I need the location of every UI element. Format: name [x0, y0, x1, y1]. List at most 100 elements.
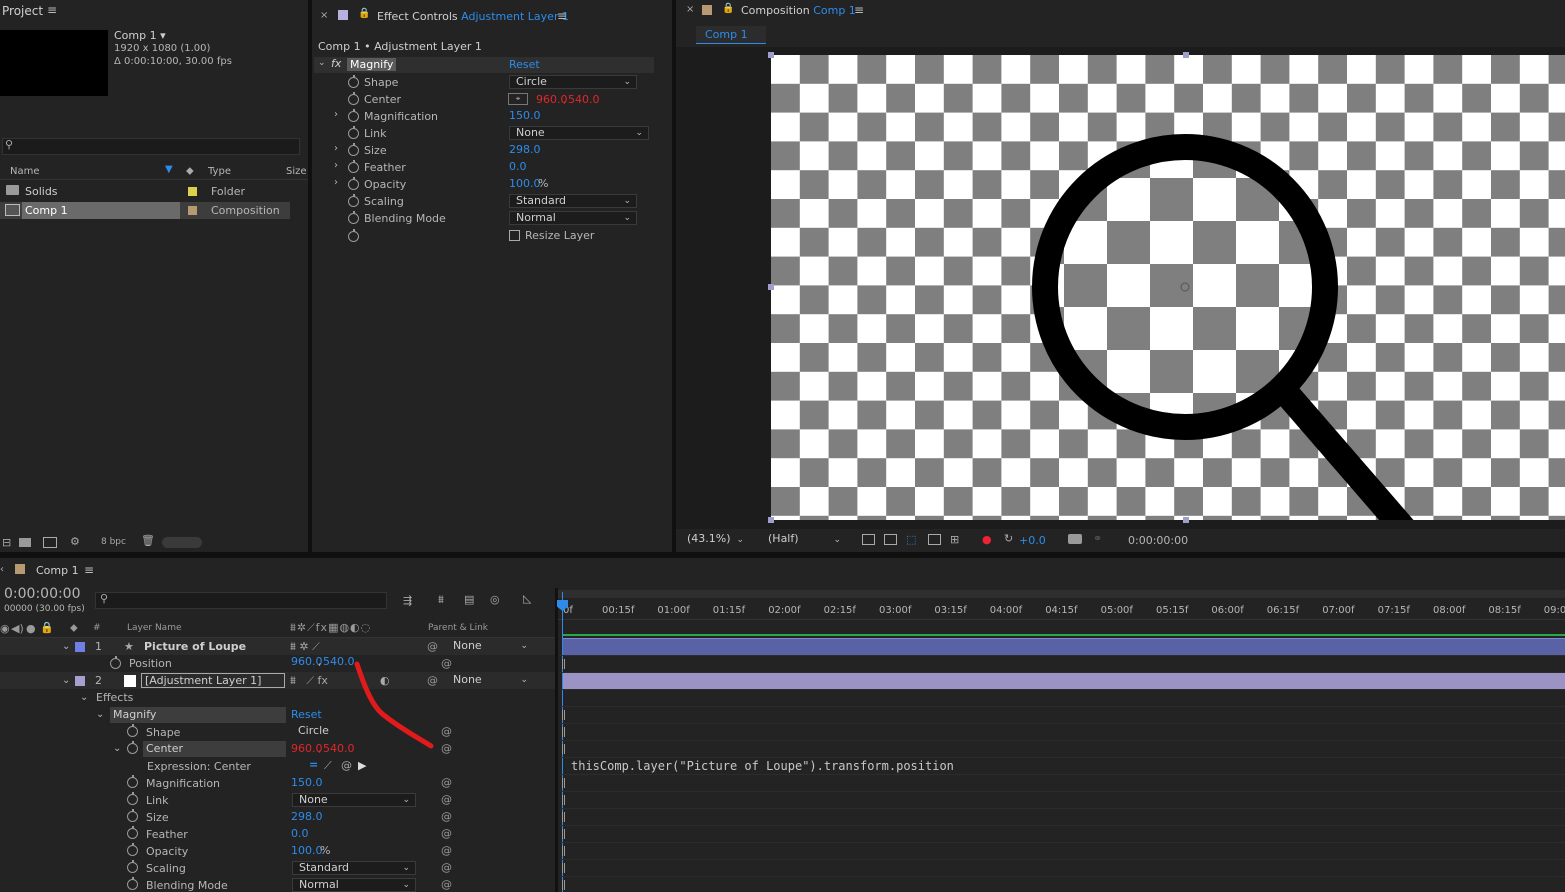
- stopwatch-icon[interactable]: [127, 843, 138, 856]
- layer-name[interactable]: Picture of Loupe: [144, 638, 246, 655]
- layer-row-2[interactable]: ⌄ 2 [Adjustment Layer 1] ⩩ ⟋ fx ◐ @ None…: [0, 672, 555, 689]
- magnification-value[interactable]: 150.0: [509, 109, 541, 122]
- hide-shy-icon[interactable]: ▤: [464, 593, 474, 606]
- magnification-value[interactable]: 150.0: [291, 774, 323, 791]
- comp-flowchart-icon[interactable]: ⇶: [403, 594, 412, 607]
- effects-label[interactable]: Effects: [96, 689, 133, 706]
- twirl-icon[interactable]: ›: [334, 143, 338, 154]
- lock-icon[interactable]: 🔒: [722, 3, 734, 14]
- stopwatch-icon[interactable]: [127, 860, 138, 873]
- twirl-icon[interactable]: ›: [334, 177, 338, 188]
- pickwhip-icon[interactable]: @: [441, 842, 452, 859]
- stopwatch-icon[interactable]: [127, 826, 138, 839]
- reset-button[interactable]: Reset: [291, 706, 322, 723]
- stopwatch-icon[interactable]: [348, 92, 359, 105]
- comp-viewer[interactable]: [676, 47, 1565, 529]
- stopwatch-icon[interactable]: [348, 75, 359, 88]
- property-marker[interactable]: [562, 795, 565, 805]
- reset-exposure-icon[interactable]: ↻: [1004, 532, 1013, 545]
- column-type[interactable]: Type: [208, 166, 231, 177]
- twirl-icon[interactable]: ⌄: [62, 638, 70, 655]
- blending-mode-dropdown[interactable]: Normal ⌄: [292, 878, 416, 892]
- property-marker[interactable]: [562, 710, 565, 720]
- stopwatch-icon[interactable]: [348, 177, 359, 190]
- transparency-grid-icon[interactable]: [884, 534, 897, 545]
- composition-title[interactable]: Composition Comp 1: [741, 4, 856, 17]
- blending-mode-dropdown[interactable]: Normal ⌄: [509, 211, 637, 225]
- project-item-solids[interactable]: Solids Folder: [0, 183, 290, 200]
- layer-bar-1[interactable]: [562, 638, 1565, 655]
- grid-guides-icon[interactable]: ⊞: [950, 533, 959, 546]
- twirl-icon[interactable]: ›: [334, 109, 338, 120]
- lock-icon[interactable]: 🔒: [40, 621, 54, 634]
- reset-button[interactable]: Reset: [509, 58, 540, 71]
- zoom-dropdown[interactable]: (43.1%) ⌄: [681, 532, 749, 548]
- opacity-value[interactable]: 100.0: [291, 842, 323, 859]
- interpret-footage-icon[interactable]: ⊟: [2, 536, 11, 549]
- new-folder-icon[interactable]: [19, 538, 31, 547]
- solo-icon[interactable]: ●: [26, 622, 36, 635]
- shape-dropdown[interactable]: Circle ⌄: [509, 75, 637, 89]
- trash-icon[interactable]: 🗑: [141, 534, 155, 547]
- prop-label[interactable]: Center: [143, 741, 286, 757]
- twirl-icon[interactable]: ⌄: [62, 672, 70, 689]
- opacity-value[interactable]: 100.0: [509, 177, 541, 190]
- panel-title[interactable]: Effect Controls Adjustment Layer 1: [377, 10, 569, 23]
- pickwhip-icon[interactable]: @: [441, 825, 452, 842]
- pickwhip-icon[interactable]: @: [441, 876, 452, 892]
- property-marker[interactable]: [562, 829, 565, 839]
- stopwatch-icon[interactable]: [127, 775, 138, 788]
- stopwatch-icon[interactable]: [127, 809, 138, 822]
- twirl-icon[interactable]: ›: [334, 160, 338, 171]
- exposure-value[interactable]: +0.0: [1019, 534, 1046, 547]
- new-comp-icon[interactable]: [43, 537, 57, 548]
- current-time[interactable]: 0:00:00:00: [4, 586, 81, 602]
- property-marker[interactable]: [562, 778, 565, 788]
- property-marker[interactable]: [562, 863, 565, 873]
- layer-row-1[interactable]: ⌄ 1 ★ Picture of Loupe ⩩ ✲ ⟋ @ None ⌄: [0, 638, 555, 655]
- column-size[interactable]: Size: [286, 166, 307, 177]
- graph-editor-icon[interactable]: ◺: [523, 592, 531, 605]
- thumbnail-slider[interactable]: [162, 537, 202, 548]
- motion-blur-icon[interactable]: ◎: [490, 593, 500, 606]
- close-icon[interactable]: ×: [320, 10, 328, 21]
- scaling-dropdown[interactable]: Standard ⌄: [509, 194, 637, 208]
- audio-icon[interactable]: ◀): [11, 622, 24, 635]
- menu-icon[interactable]: ≡: [557, 9, 567, 23]
- layer-label-swatch[interactable]: [75, 642, 85, 652]
- pickwhip-icon[interactable]: @: [341, 757, 352, 774]
- link-dropdown[interactable]: None ⌄: [509, 126, 649, 140]
- resolution-dropdown[interactable]: (Half) ⌄: [762, 532, 846, 548]
- column-layer-name[interactable]: Layer Name: [127, 623, 182, 633]
- property-marker[interactable]: [562, 744, 565, 754]
- camera-icon[interactable]: [1068, 534, 1082, 544]
- lock-icon[interactable]: 🔒: [358, 8, 370, 19]
- expression-enable-icon[interactable]: =: [309, 756, 318, 773]
- property-marker[interactable]: [562, 727, 565, 737]
- link-dropdown[interactable]: None ⌄: [292, 793, 416, 807]
- twirl-icon[interactable]: ⌄: [96, 706, 104, 723]
- close-icon[interactable]: ×: [686, 4, 694, 15]
- lock-icon[interactable]: [338, 10, 348, 20]
- effect-name[interactable]: Magnify: [110, 707, 286, 723]
- scaling-dropdown[interactable]: Standard ⌄: [292, 861, 416, 875]
- stopwatch-icon[interactable]: [348, 229, 359, 242]
- project-search-input[interactable]: ⚲: [2, 138, 300, 155]
- tab-comp1[interactable]: Comp 1: [696, 26, 766, 44]
- layer-label-swatch[interactable]: [75, 676, 85, 686]
- layer-bar-2[interactable]: [562, 672, 1565, 689]
- point-target-icon[interactable]: ⌖: [508, 93, 528, 105]
- stopwatch-icon[interactable]: [348, 126, 359, 139]
- layer-switches[interactable]: ⩩ ⟋ fx: [290, 672, 328, 689]
- expression-text-field[interactable]: thisComp.layer("Picture of Loupe").trans…: [571, 759, 954, 773]
- project-item-comp1[interactable]: Comp 1 Composition: [0, 202, 290, 219]
- stopwatch-icon[interactable]: [127, 724, 138, 737]
- stopwatch-icon[interactable]: [348, 211, 359, 224]
- effect-name[interactable]: Magnify: [347, 58, 397, 71]
- menu-icon[interactable]: ≡: [84, 563, 94, 577]
- timeline-divider[interactable]: [555, 588, 558, 892]
- feather-value[interactable]: 0.0: [291, 825, 309, 842]
- mask-visibility-icon[interactable]: ⬚: [906, 533, 916, 546]
- size-value[interactable]: 298.0: [291, 808, 323, 825]
- stopwatch-icon[interactable]: [348, 160, 359, 173]
